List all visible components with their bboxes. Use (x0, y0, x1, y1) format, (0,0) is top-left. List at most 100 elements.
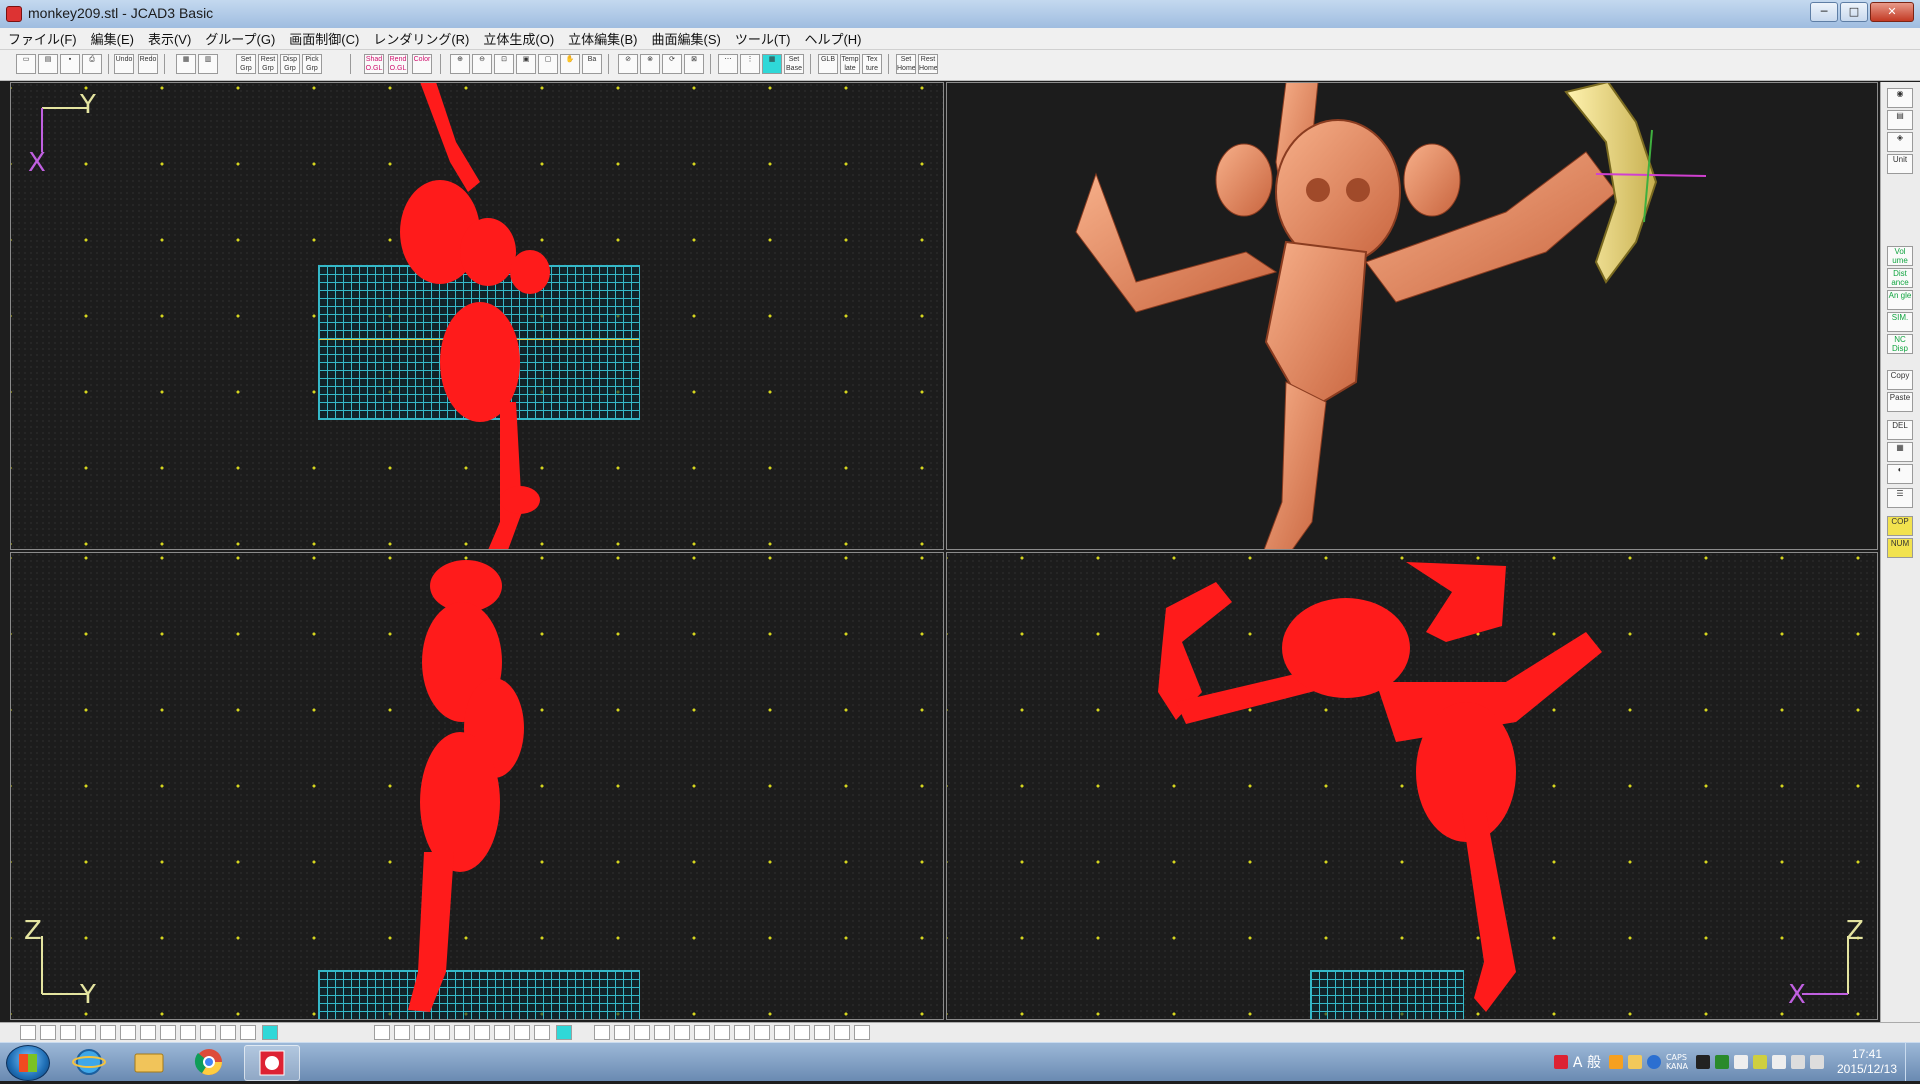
menu-group[interactable]: グループ(G) (205, 29, 275, 48)
menu-file[interactable]: ファイル(F) (8, 29, 77, 48)
taskbar-explorer[interactable] (122, 1045, 176, 1079)
ime-dict-icon[interactable] (1627, 1055, 1642, 1069)
zoom-fit-icon[interactable]: ▣ (516, 54, 536, 74)
active-edit-tool-icon[interactable] (556, 1025, 572, 1040)
ime-indicator[interactable]: A 般 (1573, 1052, 1601, 1072)
taskbar-chrome[interactable] (182, 1045, 236, 1079)
view-layer-icon[interactable]: ◈ (1887, 132, 1913, 152)
transform-tool-icon[interactable] (854, 1025, 870, 1040)
triangle-tool-icon[interactable] (140, 1025, 156, 1040)
open-folder-icon[interactable]: ▤ (38, 54, 58, 74)
line-tool-icon[interactable] (60, 1025, 76, 1040)
pan-hand-icon[interactable]: ✋ (560, 54, 580, 74)
group-table-icon[interactable]: ▥ (198, 54, 218, 74)
edit-tool-icon[interactable] (454, 1025, 470, 1040)
transform-tool-icon[interactable] (674, 1025, 690, 1040)
undo-button[interactable]: Undo (114, 54, 134, 74)
zoom-next-icon[interactable]: ⊗ (640, 54, 660, 74)
redo-button[interactable]: Redo (138, 54, 158, 74)
network-icon[interactable] (1753, 1055, 1767, 1069)
taskbar-jcad3[interactable] (244, 1045, 300, 1081)
viewport-top-left[interactable]: Y X (10, 82, 944, 550)
glb-button[interactable]: GLB (818, 54, 838, 74)
grid-fine-icon[interactable]: ⋮ (740, 54, 760, 74)
transform-tool-icon[interactable] (594, 1025, 610, 1040)
rest-home-button[interactable]: Rest Home (918, 54, 938, 74)
delete-button[interactable]: DEL (1887, 420, 1913, 440)
transform-tool-icon[interactable] (634, 1025, 650, 1040)
angle-button[interactable]: An gle (1887, 290, 1913, 310)
maximize-button[interactable]: □ (1840, 2, 1868, 22)
transform-tool-icon[interactable] (734, 1025, 750, 1040)
unit-button[interactable]: Unit (1887, 154, 1913, 174)
transform-tool-icon[interactable] (754, 1025, 770, 1040)
transform-tool-icon[interactable] (834, 1025, 850, 1040)
transform-tool-icon[interactable] (614, 1025, 630, 1040)
ime-tool-icon[interactable] (1608, 1055, 1623, 1069)
zoom-in-icon[interactable]: ⊕ (450, 54, 470, 74)
zoom-all-icon[interactable]: ▢ (538, 54, 558, 74)
volume-button[interactable]: Vol ume (1887, 246, 1913, 266)
menu-edit[interactable]: 編集(E) (91, 29, 134, 48)
new-file-icon[interactable]: ▭ (16, 54, 36, 74)
battery-icon[interactable] (1715, 1055, 1729, 1069)
copy-button[interactable]: Copy (1887, 370, 1913, 390)
clock[interactable]: 17:41 2015/12/13 (1829, 1047, 1905, 1077)
volume-icon[interactable] (1810, 1055, 1824, 1069)
set-base-button[interactable]: Set Base (784, 54, 804, 74)
num-indicator[interactable]: NUM (1887, 538, 1913, 558)
zoom-window-icon[interactable]: ⊡ (494, 54, 514, 74)
pick-grp-button[interactable]: Pick Grp (302, 54, 322, 74)
monkey-wireframe-top[interactable] (10, 82, 944, 550)
disp-grp-button[interactable]: Disp Grp (280, 54, 300, 74)
poly-tool-icon[interactable] (100, 1025, 116, 1040)
rest-grp-button[interactable]: Rest Grp (258, 54, 278, 74)
template-button[interactable]: Temp late (840, 54, 860, 74)
edit-tool-icon[interactable] (374, 1025, 390, 1040)
edit-tool-icon[interactable] (394, 1025, 410, 1040)
tree-icon[interactable]: ☰ (1887, 488, 1913, 508)
edit-tool-icon[interactable] (494, 1025, 510, 1040)
monkey-wireframe-side[interactable] (10, 552, 944, 1020)
measure-tool-icon[interactable] (200, 1025, 216, 1040)
reset-view-icon[interactable]: ⊠ (684, 54, 704, 74)
sim-button[interactable]: SIM. (1887, 312, 1913, 332)
nc-disp-button[interactable]: NC Disp (1887, 334, 1913, 354)
array-tool-icon[interactable] (180, 1025, 196, 1040)
rend-ogl-button[interactable]: Rend O.GL (388, 54, 408, 74)
show-hidden-icon[interactable] (1696, 1055, 1710, 1069)
group-list-icon[interactable]: ▦ (176, 54, 196, 74)
grid-icon[interactable]: ⋯ (718, 54, 738, 74)
wave-tool-icon[interactable] (40, 1025, 56, 1040)
transform-tool-icon[interactable] (774, 1025, 790, 1040)
transform-tool-icon[interactable] (654, 1025, 670, 1040)
transform-tool-icon[interactable] (694, 1025, 710, 1040)
viewport-bottom-right[interactable]: Z X (946, 552, 1878, 1020)
edit-tool-icon[interactable] (434, 1025, 450, 1040)
grid-panel-icon[interactable]: ▦ (1887, 442, 1913, 462)
transform-tool-icon[interactable] (794, 1025, 810, 1040)
zoom-prev-icon[interactable]: ⊘ (618, 54, 638, 74)
shapes-icon[interactable]: ◐ (1887, 464, 1913, 484)
edit-tool-icon[interactable] (414, 1025, 430, 1040)
edit-tool-icon[interactable] (474, 1025, 490, 1040)
viewport-top-right[interactable] (946, 82, 1878, 550)
menu-screen-control[interactable]: 画面制御(C) (289, 29, 359, 48)
zoom-out-icon[interactable]: ⊖ (472, 54, 492, 74)
start-button[interactable] (6, 1045, 50, 1081)
curve-tool-icon[interactable] (20, 1025, 36, 1040)
background-icon[interactable]: Ba (582, 54, 602, 74)
menu-help[interactable]: ヘルプ(H) (804, 29, 861, 48)
show-desktop-button[interactable] (1905, 1043, 1920, 1081)
menu-surface-edit[interactable]: 曲面編集(S) (652, 29, 721, 48)
monitor-icon[interactable] (1791, 1055, 1805, 1069)
alert-icon[interactable] (1553, 1055, 1568, 1069)
active-tool-icon[interactable] (262, 1025, 278, 1040)
help-icon[interactable] (1646, 1055, 1661, 1069)
pin-tool-icon[interactable] (220, 1025, 236, 1040)
menu-rendering[interactable]: レンダリング(R) (373, 29, 469, 48)
color-button[interactable]: Color (412, 54, 432, 74)
monkey-wireframe-front[interactable] (946, 552, 1878, 1020)
distance-button[interactable]: Dist ance (1887, 268, 1913, 288)
mirror-tool-icon[interactable] (120, 1025, 136, 1040)
